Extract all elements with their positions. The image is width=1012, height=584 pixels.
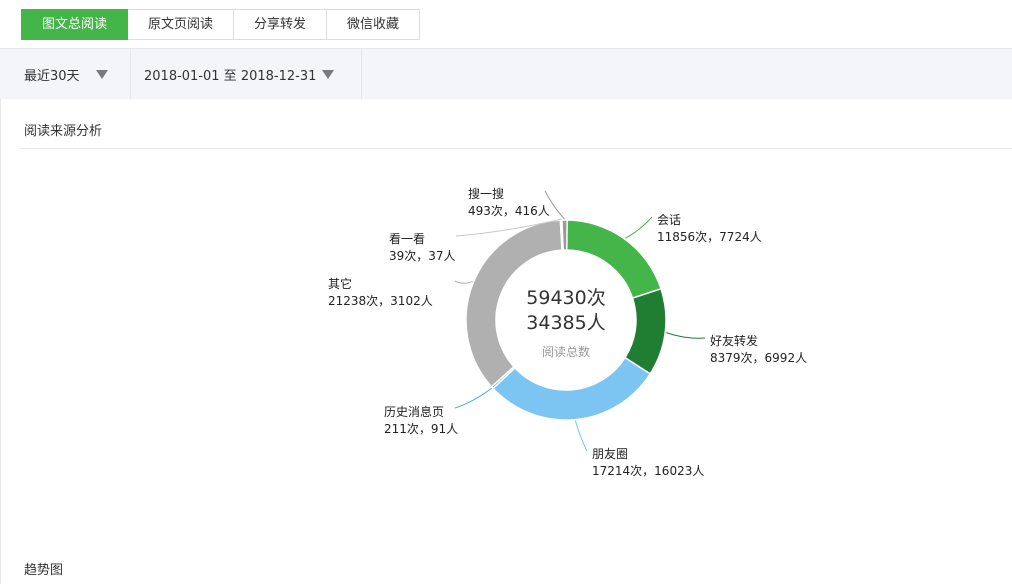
center-people: 34385人 xyxy=(526,312,605,334)
donut-slice-2[interactable] xyxy=(491,356,652,421)
center-caption: 阅读总数 xyxy=(542,344,590,359)
slice-label-name-1: 好友转发 xyxy=(710,333,758,348)
slice-label-name-5: 看一看 xyxy=(389,232,425,246)
trend-title: 趋势图 xyxy=(24,563,64,578)
slice-label-detail-6: 493次，416人 xyxy=(468,204,550,218)
slice-label-name-2: 朋友圈 xyxy=(592,447,628,461)
leader-line-0 xyxy=(625,216,653,239)
slice-label-detail-3: 211次，91人 xyxy=(384,422,458,436)
slice-label-name-0: 会话 xyxy=(657,213,681,227)
read-source-donut-chart: 会话 11856次，7724人好友转发 8379次，6992人朋友圈 17214次，1… xyxy=(328,186,807,478)
slice-label-detail-0: 11856次，7724人 xyxy=(657,230,762,244)
slice-label-name-4: 其它 xyxy=(328,276,352,291)
leader-line-2 xyxy=(574,420,588,452)
slice-label-detail-2: 17214次，16023人 xyxy=(592,464,704,478)
donut-slice-6[interactable] xyxy=(561,219,568,251)
center-reads: 59430次 xyxy=(526,287,605,309)
slice-label-detail-4: 21238次，3102人 xyxy=(328,294,433,308)
slice-label-detail-1: 8379次，6992人 xyxy=(710,351,807,365)
slice-label-detail-5: 39次，37人 xyxy=(389,249,456,263)
leader-line-4 xyxy=(454,280,473,284)
leader-line-1 xyxy=(666,332,706,339)
slice-label-name-3: 历史消息页 xyxy=(384,404,444,419)
slice-label-name-6: 搜一搜 xyxy=(468,186,504,201)
leader-line-3 xyxy=(454,387,492,409)
